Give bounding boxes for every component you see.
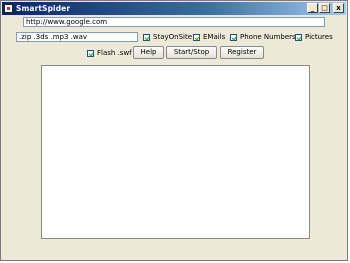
- flash-swf-checkbox[interactable]: Flash .swf: [87, 49, 132, 57]
- pictures-checkbox[interactable]: Pictures: [295, 33, 333, 41]
- extensions-input[interactable]: .zip .3ds .mp3 .wav: [16, 32, 138, 42]
- close-button[interactable]: x: [333, 3, 344, 13]
- title-bar[interactable]: SmartSpider _ □ x: [2, 2, 346, 15]
- checkbox-checked-icon[interactable]: [87, 49, 94, 57]
- app-window: SmartSpider _ □ x http://www.google.com …: [0, 0, 348, 261]
- emails-checkbox[interactable]: EMails: [193, 33, 225, 41]
- results-output-area[interactable]: [41, 65, 310, 239]
- checkbox-checked-icon[interactable]: [295, 33, 302, 41]
- phone-numbers-label: Phone Numbers: [240, 33, 296, 41]
- phone-numbers-checkbox[interactable]: Phone Numbers: [230, 33, 296, 41]
- url-input[interactable]: http://www.google.com: [23, 17, 325, 27]
- stayonsite-checkbox[interactable]: StayOnSite: [143, 33, 192, 41]
- stayonsite-label: StayOnSite: [153, 33, 193, 41]
- maximize-button[interactable]: □: [319, 3, 330, 13]
- pictures-label: Pictures: [305, 33, 333, 41]
- window-controls: _ □ x: [307, 3, 344, 13]
- register-button[interactable]: Register: [220, 46, 264, 59]
- app-icon: [4, 4, 13, 13]
- flash-swf-label: Flash .swf: [97, 49, 132, 57]
- checkbox-checked-icon[interactable]: [143, 33, 150, 41]
- minimize-button[interactable]: _: [307, 3, 318, 13]
- emails-label: EMails: [203, 33, 226, 41]
- checkbox-checked-icon[interactable]: [230, 33, 237, 41]
- window-title: SmartSpider: [16, 4, 71, 13]
- help-button[interactable]: Help: [133, 46, 164, 59]
- start-stop-button[interactable]: Start/Stop: [166, 46, 217, 59]
- checkbox-checked-icon[interactable]: [193, 33, 200, 41]
